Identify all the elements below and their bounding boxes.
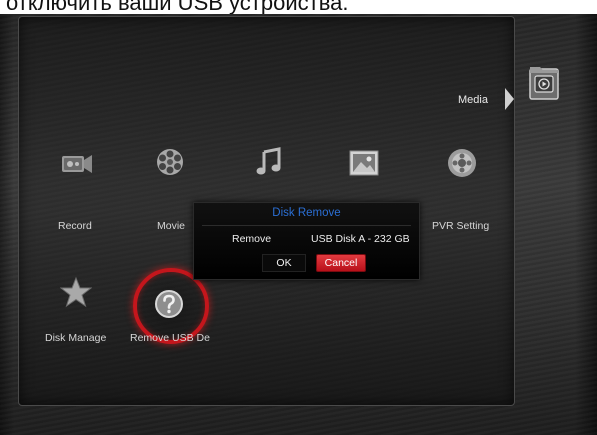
dialog-divider (202, 225, 411, 226)
star-icon[interactable] (60, 276, 92, 308)
section-label: Media (458, 94, 488, 106)
chevron-right-icon (505, 88, 514, 110)
menu-item-record[interactable]: Record (58, 220, 92, 232)
usb-disk-selector[interactable]: USB Disk A - 232 GB (311, 233, 410, 245)
cancel-button[interactable]: Cancel (316, 254, 366, 272)
dialog-field-label: Remove (232, 233, 272, 245)
menu-item-movie[interactable]: Movie (157, 220, 185, 232)
menu-item-pvr-setting[interactable]: PVR Setting (432, 220, 489, 232)
music-note-icon[interactable] (256, 147, 282, 177)
picture-icon[interactable] (349, 150, 379, 176)
question-mark-icon[interactable] (153, 288, 185, 320)
camera-icon[interactable] (60, 150, 94, 176)
tv-screen: Media Record Movie PVR Setting Disk Mana… (0, 14, 597, 435)
menu-item-remove-usb[interactable]: Remove USB De (130, 332, 210, 344)
ok-button[interactable]: OK (262, 254, 306, 272)
menu-item-disk-manage[interactable]: Disk Manage (45, 332, 106, 344)
dialog-title: Disk Remove (272, 207, 341, 219)
disk-remove-dialog: Disk Remove Remove USB Disk A - 232 GB O… (193, 202, 420, 280)
media-folder-icon[interactable] (527, 63, 561, 103)
film-reel-icon[interactable] (155, 147, 185, 177)
disc-settings-icon[interactable] (446, 147, 478, 179)
